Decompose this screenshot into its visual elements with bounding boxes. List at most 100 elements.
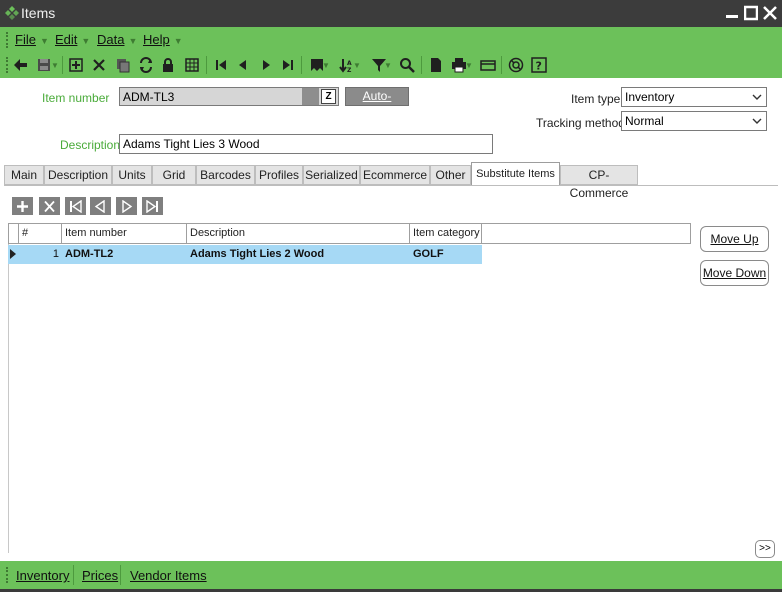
toolbar-separator	[501, 56, 502, 74]
add-icon[interactable]	[67, 56, 85, 74]
cell-item-number[interactable]: ADM-TL2	[62, 245, 187, 264]
grid-border	[8, 223, 9, 553]
item-number-field[interactable]: ADM-TL3 Z	[119, 87, 339, 106]
tab-barcodes[interactable]: Barcodes	[196, 165, 255, 185]
header-description[interactable]: Description	[186, 223, 410, 244]
header-number[interactable]: #	[18, 223, 62, 244]
bottom-separator	[120, 565, 121, 585]
menu-data[interactable]: Data ▼	[97, 32, 137, 47]
pinwheel-icon	[5, 6, 19, 20]
lock-icon[interactable]	[159, 56, 177, 74]
item-type-label: Item type	[571, 92, 621, 106]
zoom-icon[interactable]: Z	[321, 89, 336, 104]
grid-icon[interactable]	[183, 56, 201, 74]
bottom-separator	[73, 565, 74, 585]
grid-delete-button[interactable]	[39, 197, 60, 215]
support-icon[interactable]	[507, 56, 525, 74]
item-number-label-text: Item number	[42, 91, 110, 105]
header-item-number[interactable]: Item number	[61, 223, 187, 244]
tab-panel-border	[4, 185, 778, 186]
tab-main[interactable]: Main	[4, 165, 44, 185]
tab-grid[interactable]: Grid	[152, 165, 196, 185]
item-number-value: ADM-TL3	[123, 90, 175, 104]
chevron-down-icon: ▼	[81, 36, 91, 46]
grid-add-button[interactable]	[12, 197, 33, 215]
item-type-value: Inventory	[625, 90, 675, 104]
tab-profiles[interactable]: Profiles	[255, 165, 303, 185]
menu-file[interactable]: File ▼	[15, 32, 49, 47]
close-icon[interactable]	[762, 4, 778, 22]
move-up-button[interactable]: Move Up	[700, 226, 769, 252]
table-row[interactable]: 1 ADM-TL2 Adams Tight Lies 2 Wood GOLF	[8, 245, 482, 264]
calculator-icon[interactable]	[479, 56, 497, 74]
first-record-icon	[70, 199, 82, 213]
grid-last-button[interactable]	[142, 197, 163, 215]
chevron-down-icon: ▼	[128, 36, 138, 46]
first-record-icon[interactable]	[212, 56, 230, 74]
move-up-label: Move Up	[710, 232, 759, 246]
move-down-button[interactable]: Move Down	[700, 260, 769, 286]
description-field[interactable]: Adams Tight Lies 3 Wood	[119, 134, 493, 154]
link-inventory[interactable]: Inventory	[16, 568, 69, 583]
tab-other[interactable]: Other	[430, 165, 471, 185]
chevron-down-icon: ▼	[39, 36, 49, 46]
chevron-down-icon[interactable]: ▼	[353, 56, 361, 74]
chevron-down-icon: ▼	[173, 36, 183, 46]
tab-ecommerce[interactable]: Ecommerce	[360, 165, 430, 185]
item-number-dropdown[interactable]	[302, 88, 319, 105]
tab-units[interactable]: Units	[112, 165, 152, 185]
menu-help[interactable]: Help ▼	[143, 32, 183, 47]
chevron-down-icon[interactable]: ▼	[322, 56, 330, 74]
plus-icon	[17, 200, 28, 212]
substitute-items-grid[interactable]: # Item number Description Item category …	[8, 223, 691, 553]
tab-description[interactable]: Description	[44, 165, 112, 185]
menu-edit[interactable]: Edit ▼	[55, 32, 90, 47]
bottom-link-bar: Inventory Prices Vendor Items	[0, 561, 782, 589]
chevron-down-icon[interactable]: ▼	[465, 56, 473, 74]
delete-icon[interactable]	[90, 56, 108, 74]
bottom-grip	[6, 567, 8, 583]
item-number-label: Item number	[42, 91, 109, 105]
toolbar-separator	[421, 56, 422, 74]
grid-first-button[interactable]	[65, 197, 86, 215]
cell-number[interactable]: 1	[18, 245, 62, 264]
move-down-label: Move Down	[702, 266, 767, 280]
chevron-down-icon	[752, 94, 762, 100]
back-arrow-icon[interactable]	[11, 56, 29, 74]
chevron-down-icon[interactable]: ▼	[51, 56, 59, 74]
more-button[interactable]: >>	[755, 540, 775, 558]
link-prices[interactable]: Prices	[82, 568, 118, 583]
previous-record-icon[interactable]	[233, 56, 251, 74]
search-icon[interactable]	[398, 56, 416, 74]
tracking-method-label: Tracking method	[536, 116, 625, 130]
minimize-icon[interactable]	[724, 4, 740, 22]
chevron-down-icon[interactable]: ▼	[384, 56, 392, 74]
toolbar-separator	[62, 56, 63, 74]
last-record-icon[interactable]	[279, 56, 297, 74]
help-icon[interactable]: ?	[530, 56, 548, 74]
cell-description[interactable]: Adams Tight Lies 2 Wood	[187, 245, 410, 264]
maximize-icon[interactable]	[743, 4, 759, 22]
last-record-icon	[146, 199, 158, 213]
tracking-method-select[interactable]: Normal	[621, 111, 767, 131]
link-vendor-items[interactable]: Vendor Items	[130, 568, 207, 583]
tab-cp-commerce[interactable]: CP-Commerce	[560, 165, 638, 200]
item-type-select[interactable]: Inventory	[621, 87, 767, 107]
cell-item-category[interactable]: GOLF	[410, 245, 482, 264]
grid-previous-button[interactable]	[90, 197, 111, 215]
tab-substitute-items[interactable]: Substitute Items	[471, 162, 560, 185]
header-item-category[interactable]: Item category	[409, 223, 482, 244]
tab-serialized[interactable]: Serialized	[303, 165, 360, 185]
svg-text:Z: Z	[347, 67, 352, 73]
description-label-text: Description	[60, 138, 121, 152]
refresh-icon[interactable]	[137, 56, 155, 74]
document-icon[interactable]	[427, 56, 445, 74]
grid-next-button[interactable]	[116, 197, 137, 215]
auto-assign-button[interactable]: Auto-assign	[345, 87, 409, 120]
window-title: Items	[21, 5, 56, 21]
menu-bar: File ▼ Edit ▼ Data ▼ Help ▼	[0, 27, 782, 52]
next-record-icon[interactable]	[258, 56, 276, 74]
delete-icon	[44, 200, 55, 212]
copy-icon[interactable]	[114, 56, 132, 74]
description-label: Description	[60, 138, 120, 152]
